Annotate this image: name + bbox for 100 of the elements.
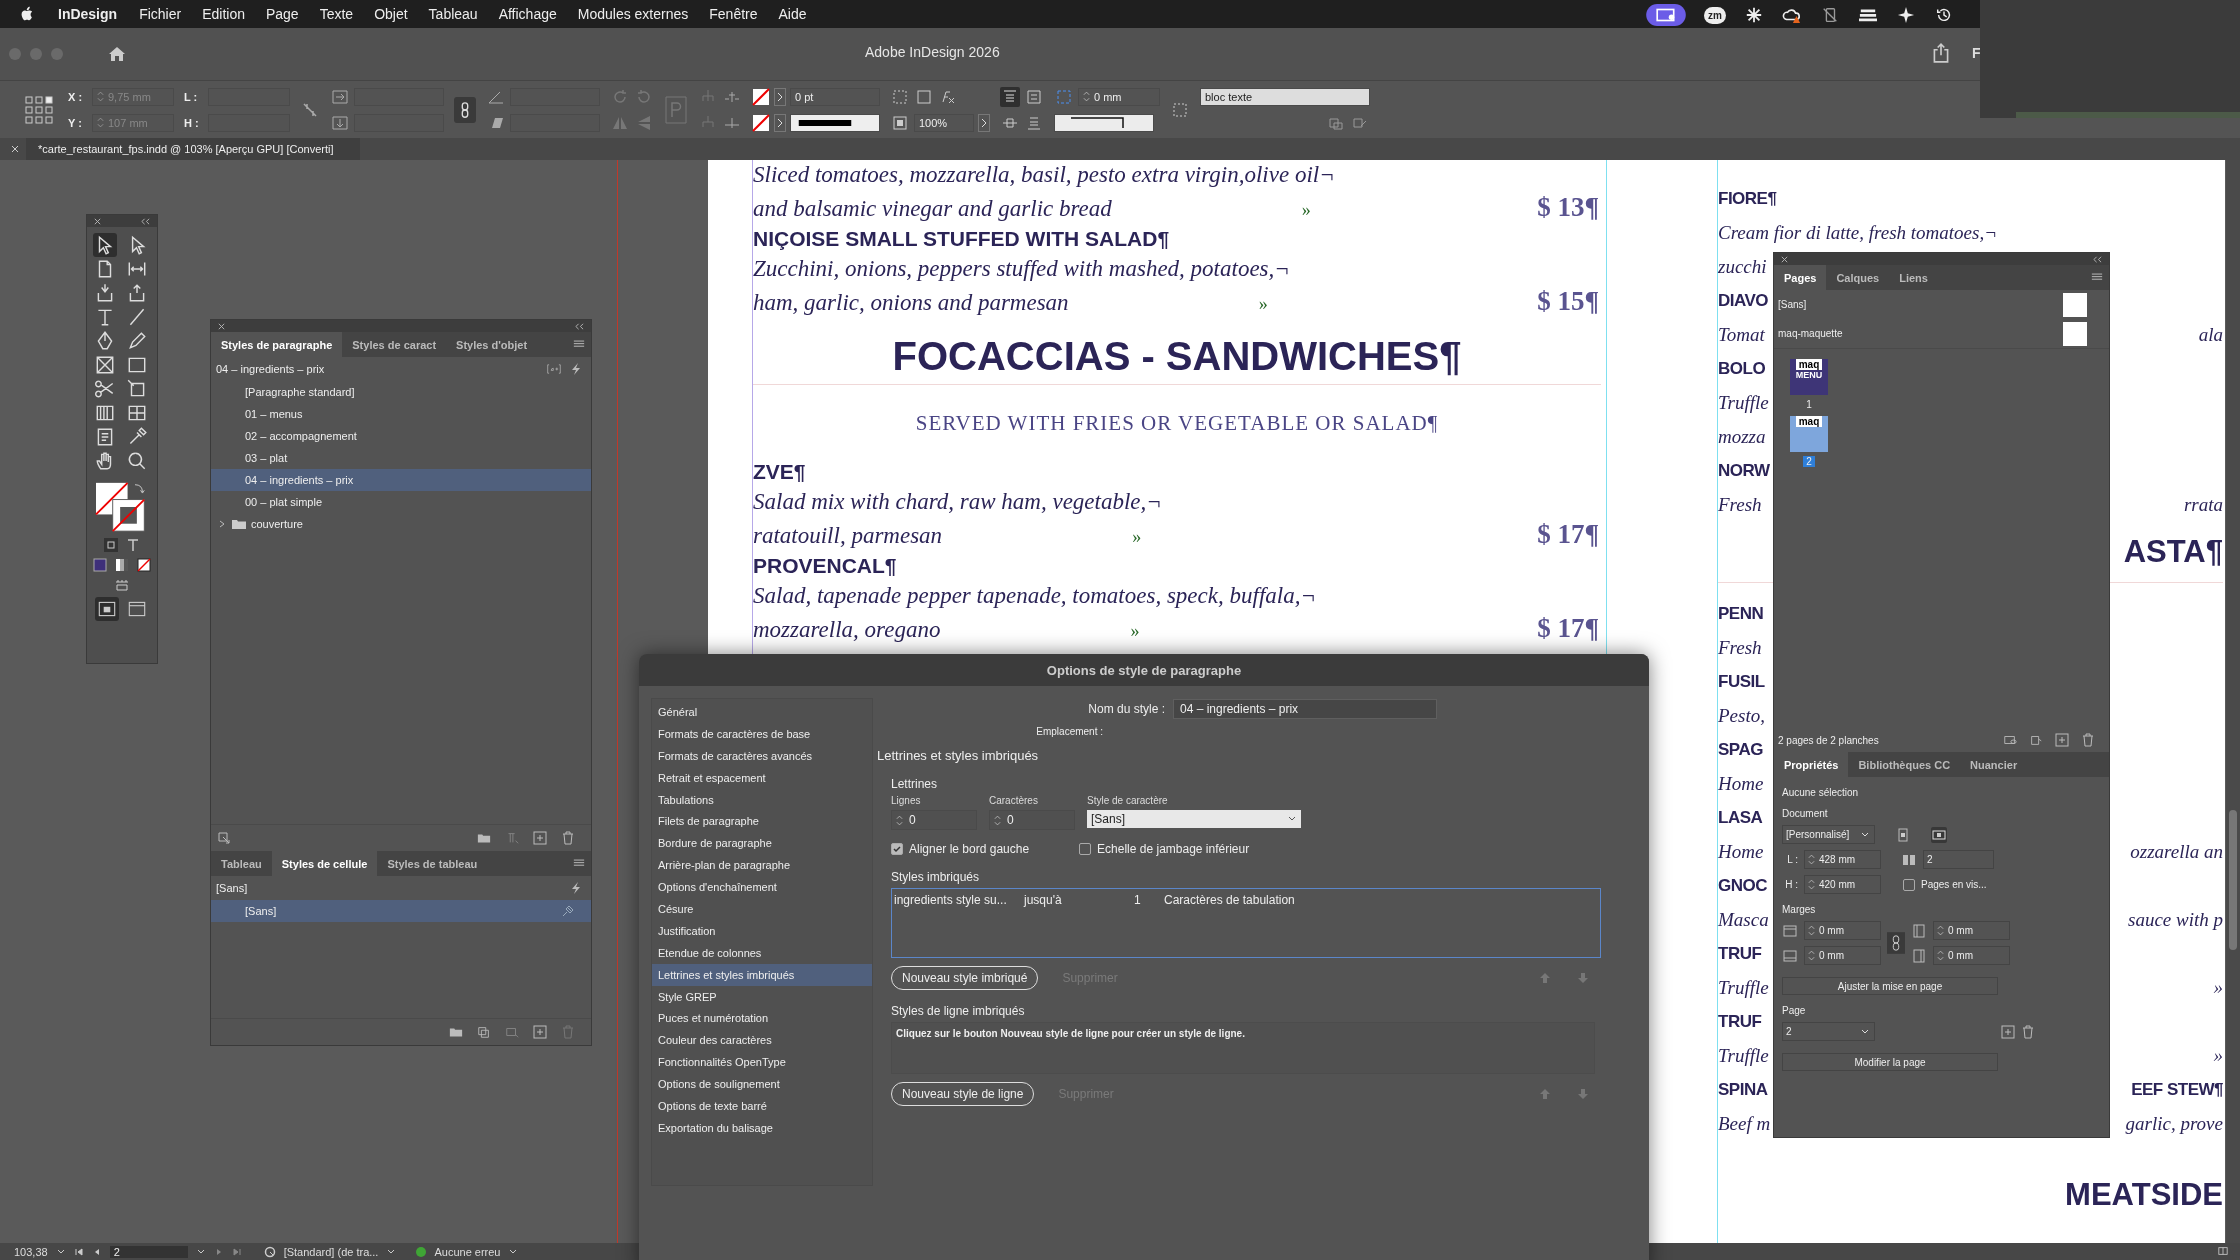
style-list-item[interactable]: 01 – menus bbox=[211, 403, 591, 425]
style-list-item[interactable]: couverture bbox=[211, 513, 591, 535]
stroke-none-swatch-icon[interactable] bbox=[752, 113, 770, 132]
chevron-right-icon[interactable] bbox=[217, 519, 227, 529]
category-item[interactable]: Arrière-plan de paragraphe bbox=[652, 854, 872, 877]
category-item[interactable]: Tabulations bbox=[652, 788, 872, 811]
chevron-right-icon[interactable] bbox=[774, 87, 786, 106]
category-item[interactable]: Style GREP bbox=[652, 985, 872, 1008]
category-item[interactable]: Etendue de colonnes bbox=[652, 941, 872, 964]
checkbox-label[interactable]: Pages en vis... bbox=[1921, 879, 1987, 890]
toolbar-label[interactable]: F bbox=[1972, 45, 1981, 61]
first-page-icon[interactable] bbox=[73, 1246, 84, 1257]
chain-link-icon[interactable] bbox=[454, 96, 476, 123]
cloud-warning-icon[interactable] bbox=[1781, 6, 1802, 24]
menu-item[interactable]: Edition bbox=[202, 6, 245, 22]
menu-icon[interactable] bbox=[573, 859, 585, 868]
style-list-item[interactable]: 00 – plat simple bbox=[211, 491, 591, 513]
screen-mode-icon[interactable] bbox=[114, 577, 130, 593]
fill-none-swatch-icon[interactable] bbox=[752, 87, 770, 106]
checkbox-label[interactable]: Aligner le bord gauche bbox=[909, 842, 1030, 856]
panel-tab[interactable]: Nuancier bbox=[1960, 752, 2028, 777]
stroke-weight-dropdown[interactable]: 0 pt bbox=[790, 87, 880, 106]
menu-item[interactable]: Affichage bbox=[498, 6, 557, 22]
panel-tab[interactable]: Tableau bbox=[211, 851, 272, 876]
panel-tab[interactable]: Styles de tableau bbox=[377, 851, 488, 876]
panel-tab[interactable]: Bibliothèques CC bbox=[1848, 752, 1961, 777]
menu-item[interactable]: Page bbox=[265, 6, 299, 22]
category-item[interactable]: Justification bbox=[652, 919, 872, 942]
menu-item[interactable]: Modules externes bbox=[577, 6, 689, 22]
style-list-item[interactable]: 03 – plat bbox=[211, 447, 591, 469]
stepper-icon[interactable] bbox=[1083, 91, 1090, 102]
panel-tab[interactable]: Styles de paragraphe bbox=[211, 332, 343, 357]
checkbox-label[interactable]: Echelle de jambage inférieur bbox=[1097, 842, 1250, 856]
landscape-icon[interactable] bbox=[1931, 826, 1947, 843]
stepper-icon[interactable] bbox=[896, 814, 903, 826]
stepper-icon[interactable] bbox=[1808, 925, 1815, 936]
preflight-status[interactable]: Aucune erreu bbox=[434, 1245, 501, 1258]
menu-item[interactable]: Objet bbox=[374, 6, 408, 22]
normal-view-icon[interactable] bbox=[95, 597, 119, 621]
page-size-icon[interactable] bbox=[2003, 733, 2017, 747]
new-line-style-button[interactable]: Nouveau style de ligne bbox=[891, 1082, 1035, 1106]
zoom-level[interactable]: 103,38 bbox=[14, 1245, 48, 1258]
trash-icon[interactable] bbox=[2081, 733, 2095, 747]
trash-icon[interactable] bbox=[561, 831, 575, 845]
category-item[interactable]: Options de texte barré bbox=[652, 1095, 872, 1117]
panel-tab[interactable]: Styles d'objet bbox=[446, 332, 538, 357]
load-styles-icon[interactable] bbox=[217, 831, 231, 845]
home-icon[interactable] bbox=[107, 44, 127, 64]
category-item[interactable]: Options de soulignement bbox=[652, 1073, 872, 1096]
menu-item[interactable]: Fichier bbox=[139, 6, 182, 22]
new-nested-style-button[interactable]: Nouveau style imbriqué bbox=[891, 966, 1039, 990]
reference-point-icon[interactable] bbox=[24, 94, 54, 125]
master-page-label[interactable]: maq-maquette bbox=[1778, 328, 1843, 339]
trash-icon[interactable] bbox=[2021, 1024, 2035, 1039]
opacity-field[interactable]: 100% bbox=[914, 113, 974, 132]
add-icon[interactable] bbox=[2001, 1024, 2015, 1039]
lightning-icon[interactable] bbox=[569, 881, 583, 895]
style-name-field[interactable]: 04 – ingredients – prix bbox=[1173, 699, 1437, 719]
list-cell[interactable]: ingredients style su... bbox=[894, 893, 1024, 907]
panel-tab[interactable]: Styles de caract bbox=[342, 332, 447, 357]
none-swatch-icon[interactable] bbox=[136, 557, 152, 573]
category-item[interactable]: Options d'enchaînement bbox=[652, 876, 872, 898]
status-badge[interactable]: zm bbox=[1704, 6, 1726, 24]
menu-item[interactable]: Fenêtre bbox=[709, 6, 758, 22]
chevron-right-icon[interactable] bbox=[774, 113, 786, 132]
duplicate-icon[interactable] bbox=[477, 1025, 491, 1039]
stepper-icon[interactable] bbox=[1937, 950, 1944, 961]
style-list-item[interactable]: 04 – ingredients – prix bbox=[211, 469, 591, 491]
app-menu[interactable]: InDesign bbox=[58, 6, 118, 22]
checkbox[interactable] bbox=[1079, 843, 1092, 855]
menu-item[interactable]: Aide bbox=[778, 6, 807, 22]
adjust-layout-button[interactable]: Ajuster la mise en page bbox=[1782, 977, 1998, 995]
page-dropdown[interactable]: 2 bbox=[1782, 1022, 1875, 1041]
add-icon[interactable] bbox=[2055, 733, 2069, 747]
corner-shape-dropdown[interactable] bbox=[1054, 113, 1154, 132]
page-number[interactable]: 2 bbox=[1803, 456, 1815, 467]
close-icon[interactable] bbox=[1780, 254, 1789, 264]
category-item[interactable]: Général bbox=[652, 701, 872, 723]
lightning-icon[interactable] bbox=[569, 362, 583, 376]
menu-icon[interactable] bbox=[2091, 273, 2103, 282]
category-item[interactable]: Puces et numérotation bbox=[652, 1007, 872, 1030]
panel-tab[interactable]: Styles de cellule bbox=[271, 851, 378, 876]
page-thumbnail[interactable]: maq bbox=[1790, 416, 1828, 452]
stroke-type-dropdown[interactable] bbox=[790, 113, 880, 132]
category-item[interactable]: Fonctionnalités OpenType bbox=[652, 1051, 872, 1074]
panel-tab[interactable]: Liens bbox=[1889, 265, 1938, 290]
new-style-icon[interactable] bbox=[547, 362, 561, 376]
margin-field[interactable]: 0 mm bbox=[1933, 946, 2010, 965]
preflight-icon[interactable] bbox=[263, 1245, 276, 1258]
style-list-item[interactable]: [Sans] bbox=[211, 900, 591, 922]
category-item[interactable]: Lettrines et styles imbriqués bbox=[652, 963, 872, 986]
preflight-profile[interactable]: [Standard] (de tra... bbox=[283, 1245, 379, 1258]
chevron-right-icon[interactable] bbox=[978, 113, 990, 132]
menu-item[interactable]: Tableau bbox=[428, 6, 478, 22]
stepper-icon[interactable] bbox=[1808, 950, 1815, 961]
scrollbar-thumb[interactable] bbox=[2229, 810, 2237, 950]
category-item[interactable]: Filets de paragraphe bbox=[652, 810, 872, 833]
document-tab[interactable]: *carte_restaurant_fps.indd @ 103% [Aperçu GPU] [Converti] bbox=[26, 138, 360, 160]
chain-link-icon[interactable] bbox=[1887, 931, 1905, 955]
character-style-dropdown[interactable]: [Sans] bbox=[1087, 810, 1301, 828]
